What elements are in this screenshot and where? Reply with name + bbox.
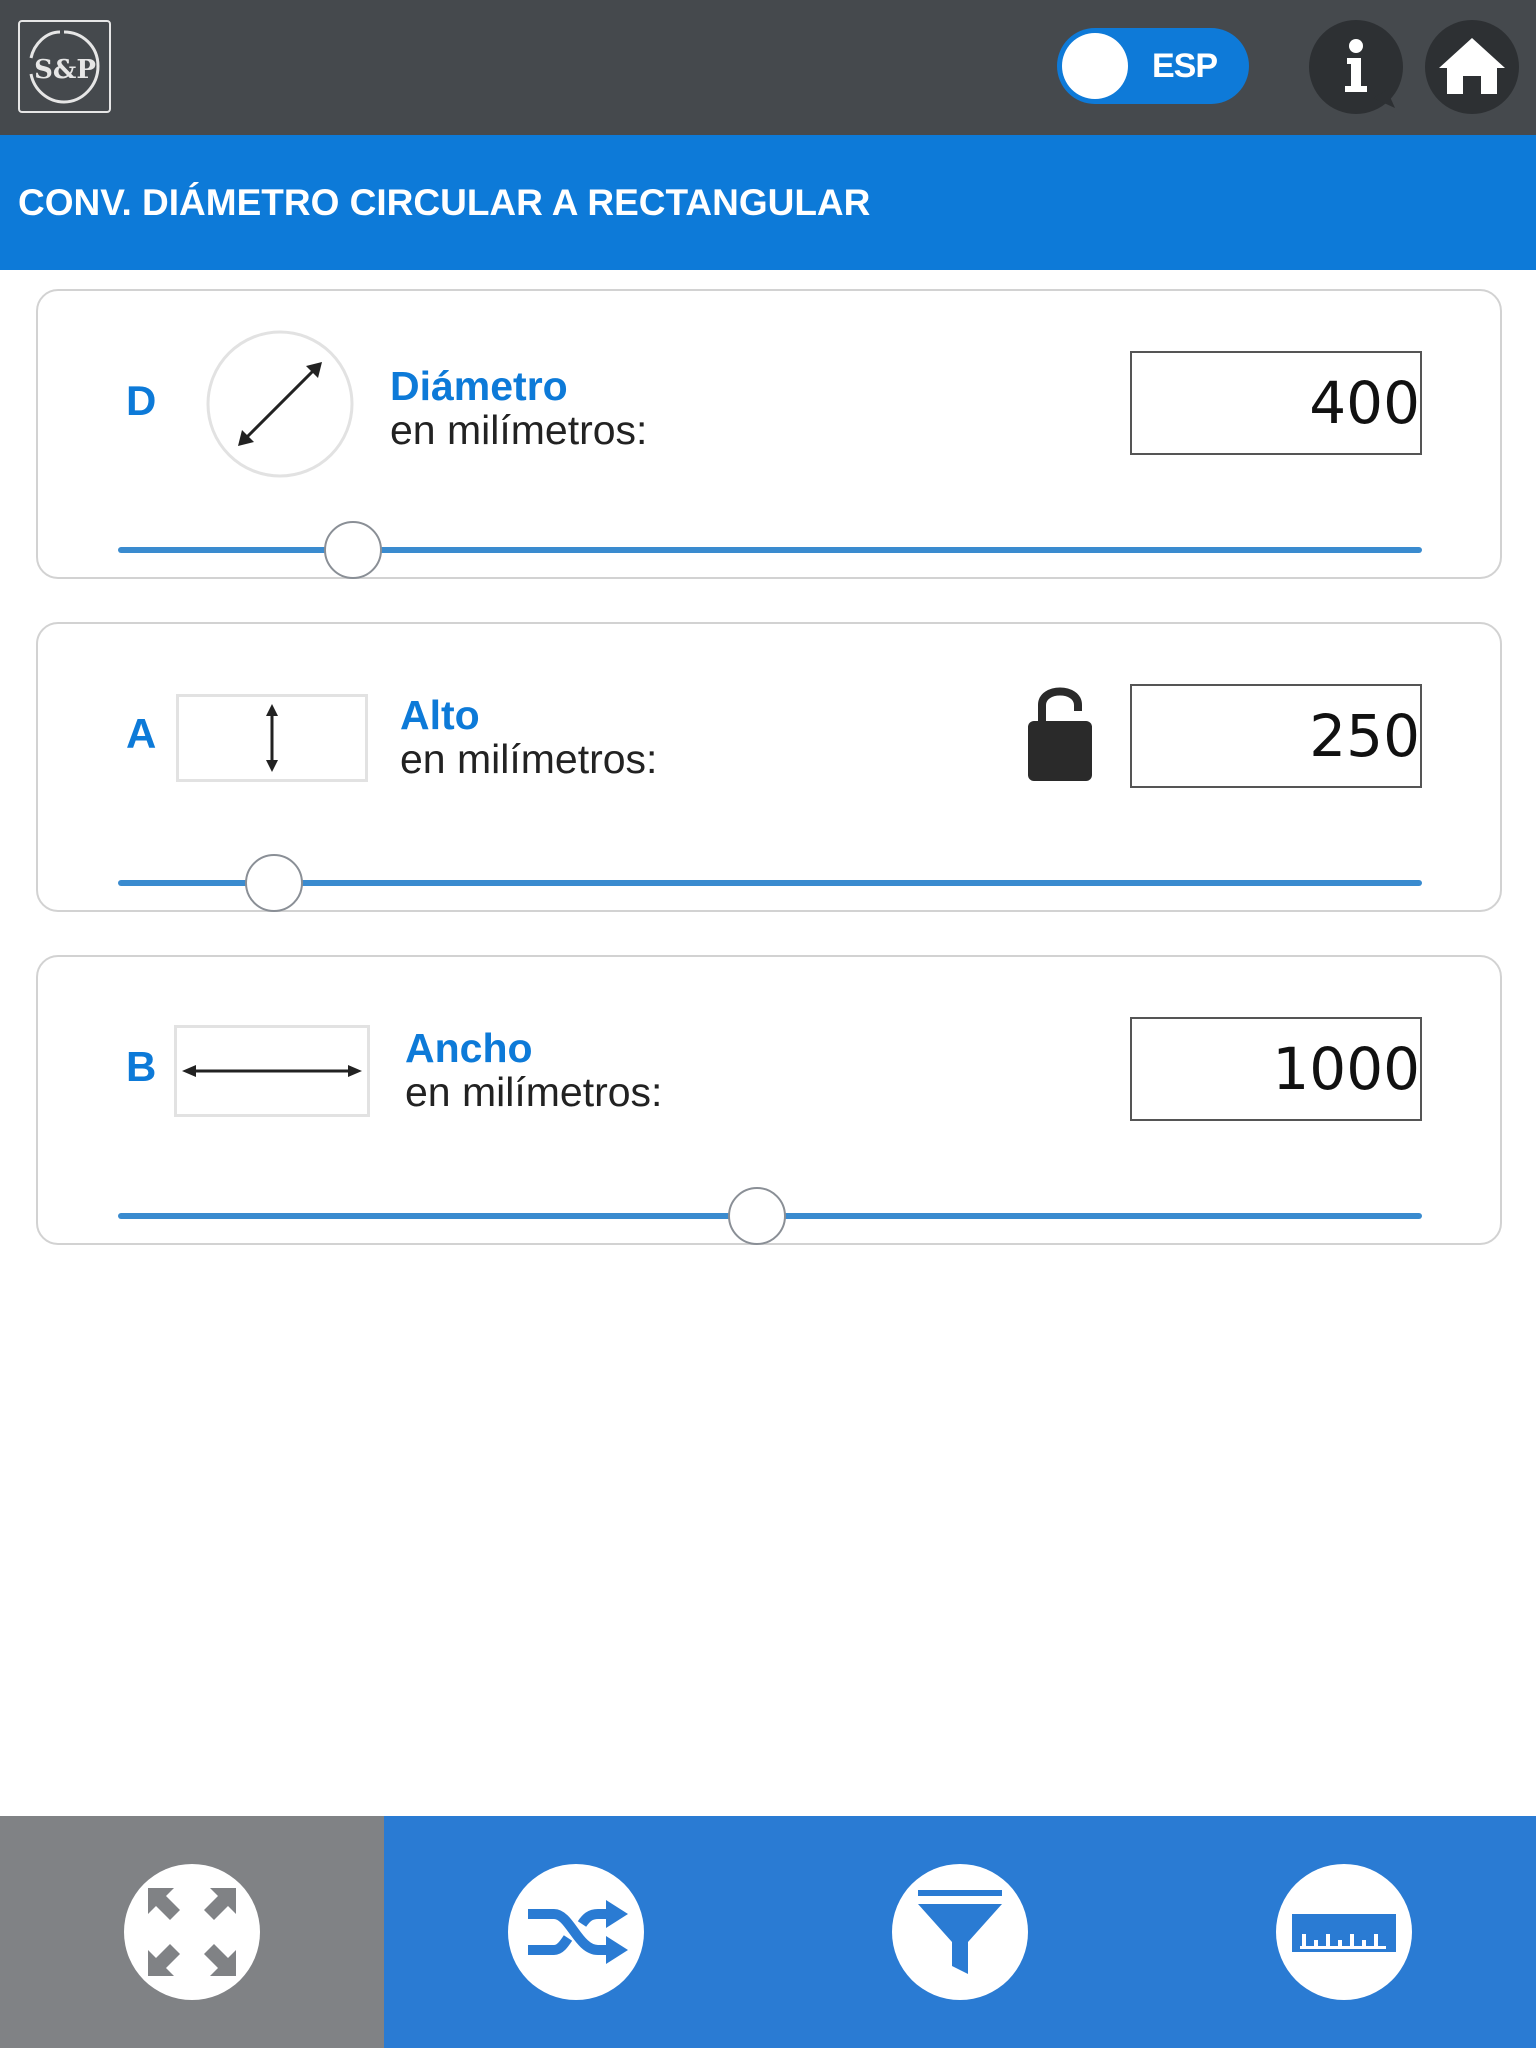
language-label: ESP <box>1152 47 1218 85</box>
tab-ruler[interactable] <box>1152 1816 1536 2048</box>
diameter-label: Diámetro <box>390 363 568 409</box>
home-icon <box>1439 38 1505 94</box>
height-value: 250 <box>1309 702 1420 770</box>
diameter-slider-thumb[interactable] <box>323 521 382 579</box>
info-icon <box>1345 39 1395 108</box>
tab-circle <box>1276 1864 1412 2000</box>
height-input[interactable]: 250 <box>1130 684 1422 788</box>
width-label: Ancho <box>405 1025 533 1071</box>
diameter-sublabel: en milímetros: <box>390 407 648 453</box>
height-sublabel: en milímetros: <box>400 736 658 782</box>
width-arrow-icon <box>174 1025 370 1117</box>
tab-circle <box>892 1864 1028 2000</box>
tab-circle <box>508 1864 644 2000</box>
card-letter-b: B <box>126 1043 157 1090</box>
width-value: 1000 <box>1272 1035 1420 1103</box>
shuffle-icon <box>528 1900 628 1964</box>
tab-shuffle[interactable] <box>384 1816 768 2048</box>
width-card: B Ancho en milímetros: 1000 <box>36 955 1502 1245</box>
sp-logo-mark: S&P <box>29 30 100 104</box>
unlocked-padlock-icon[interactable] <box>1026 681 1094 785</box>
height-arrow-icon <box>176 694 368 782</box>
bottom-tab-bar <box>0 1816 1536 2048</box>
card-letter-d: D <box>126 377 157 424</box>
width-input[interactable]: 1000 <box>1130 1017 1422 1121</box>
height-slider-thumb[interactable] <box>245 854 304 912</box>
width-sublabel: en milímetros: <box>405 1069 663 1115</box>
height-slider[interactable] <box>118 880 1422 886</box>
home-button[interactable] <box>1425 20 1519 114</box>
tab-filter[interactable] <box>768 1816 1152 2048</box>
width-slider-thumb[interactable] <box>727 1187 786 1245</box>
diameter-value: 400 <box>1309 369 1420 437</box>
title-bar: CONV. DIÁMETRO CIRCULAR A RECTANGULAR <box>0 135 1536 270</box>
diameter-card: D Diámetro en milímetros: 400 <box>36 289 1502 579</box>
logo-text: S&P <box>34 55 96 85</box>
tab-expand[interactable] <box>0 1816 384 2048</box>
sp-logo[interactable]: S&P <box>18 20 111 113</box>
filter-funnel-icon <box>918 1890 1002 1974</box>
diameter-input[interactable]: 400 <box>1130 351 1422 455</box>
diameter-icon <box>206 330 354 478</box>
tab-circle <box>124 1864 260 2000</box>
height-label: Alto <box>400 692 480 738</box>
language-toggle[interactable]: ESP <box>1057 28 1249 104</box>
card-letter-a: A <box>126 710 157 757</box>
height-card: A Alto en milímetros: 250 <box>36 622 1502 912</box>
info-button[interactable] <box>1309 20 1403 114</box>
diameter-slider[interactable] <box>118 547 1422 553</box>
top-bar: S&P ESP <box>0 0 1536 135</box>
page-title: CONV. DIÁMETRO CIRCULAR A RECTANGULAR <box>18 182 871 223</box>
ruler-icon <box>1292 1914 1396 1952</box>
expand-arrows-icon <box>148 1888 236 1976</box>
toggle-knob <box>1062 33 1128 99</box>
